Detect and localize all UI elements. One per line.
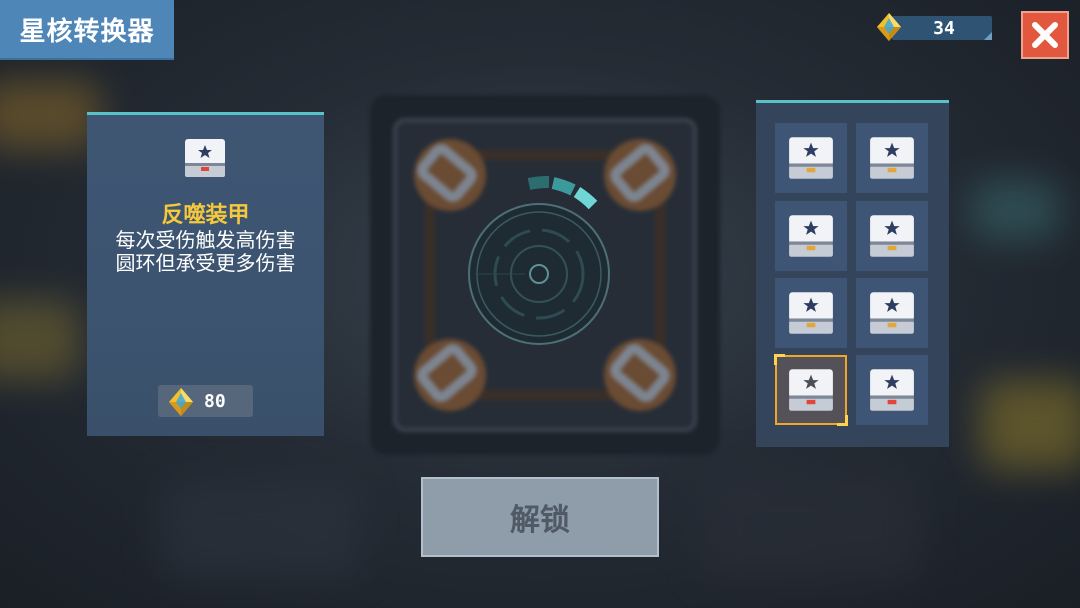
gem-icon <box>877 13 901 41</box>
item-detail-panel: 反噬装甲 每次受伤触发高伤害 圆环但承受更多伤害 80 <box>87 112 324 436</box>
inventory-slot[interactable] <box>856 278 928 348</box>
item-name: 反噬装甲 <box>161 203 250 228</box>
close-icon <box>1032 22 1058 48</box>
chest-icon <box>789 137 833 179</box>
inventory-slot[interactable] <box>775 278 847 348</box>
currency-amount: 34 <box>933 17 955 39</box>
chest-icon <box>870 137 914 179</box>
background-blur <box>160 480 360 580</box>
inventory-slot[interactable] <box>856 123 928 193</box>
inventory-slot[interactable] <box>856 201 928 271</box>
close-button[interactable] <box>1021 11 1069 59</box>
gem-icon <box>169 388 193 416</box>
inventory-slot-selected[interactable] <box>774 354 848 426</box>
chest-icon <box>789 292 833 334</box>
item-description: 每次受伤触发高伤害 圆环但承受更多伤害 <box>115 228 296 275</box>
background-blur <box>700 470 920 580</box>
background-blur <box>0 80 100 150</box>
page-title: 星核转换器 <box>0 0 174 60</box>
converter-core <box>468 176 610 345</box>
currency-display: 34 <box>876 12 994 42</box>
background-blur <box>0 300 80 380</box>
background-blur <box>980 380 1080 470</box>
chest-icon <box>870 292 914 334</box>
inventory-panel <box>756 100 949 447</box>
chest-icon <box>185 139 225 177</box>
price-tag: 80 <box>158 385 253 417</box>
price-value: 80 <box>204 390 226 412</box>
chest-icon <box>870 215 914 257</box>
chest-icon <box>789 369 833 411</box>
chest-icon <box>789 215 833 257</box>
background-blur <box>970 180 1060 240</box>
inventory-slot[interactable] <box>856 355 928 425</box>
inventory-slot[interactable] <box>775 201 847 271</box>
inventory-slot[interactable] <box>775 123 847 193</box>
unlock-button[interactable]: 解锁 <box>421 477 659 557</box>
chest-icon <box>870 369 914 411</box>
